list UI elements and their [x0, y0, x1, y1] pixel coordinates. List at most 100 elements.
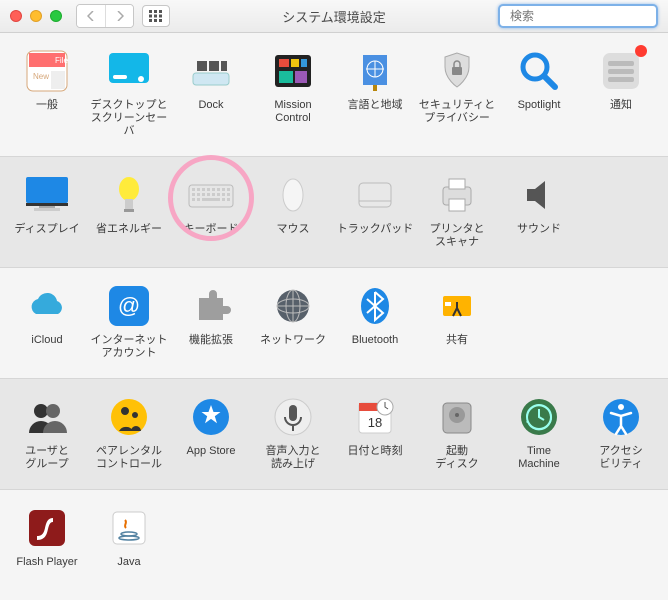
pref-icloud[interactable]: iCloud — [6, 282, 88, 360]
pref-mouse[interactable]: マウス — [252, 171, 334, 249]
panel-5: Flash Player Java — [0, 490, 668, 600]
pref-flash-player[interactable]: Flash Player — [6, 504, 88, 582]
pref-startup-disk[interactable]: 起動ディスク — [416, 393, 498, 471]
label: 機能拡張 — [189, 334, 233, 360]
svg-text:File: File — [55, 56, 68, 65]
label: Spotlight — [518, 99, 561, 125]
pref-displays[interactable]: ディスプレイ — [6, 171, 88, 249]
zoom-button[interactable] — [50, 10, 62, 22]
energy-icon — [105, 171, 153, 219]
label: アクセシビリティ — [599, 445, 642, 471]
pref-trackpad[interactable]: トラックパッド — [334, 171, 416, 249]
label: iCloud — [31, 334, 62, 360]
general-icon: File New — [23, 47, 71, 95]
label: サウンド — [517, 223, 561, 249]
pref-desktop[interactable]: デスクトップとスクリーンセーバ — [88, 47, 170, 138]
pref-security[interactable]: セキュリティとプライバシー — [416, 47, 498, 138]
panel-4: ユーザとグループ ペアレンタルコントロール App Store 音声入力と読み上… — [0, 378, 668, 490]
svg-text:New: New — [33, 72, 49, 81]
pref-internet-accounts[interactable]: @ インターネットアカウント — [88, 282, 170, 360]
label: 起動ディスク — [435, 445, 478, 471]
pref-spotlight[interactable]: Spotlight — [498, 47, 580, 138]
panel-1: File New 一般 デスクトップとスクリーンセーバ Dock MissionC… — [0, 33, 668, 156]
pref-time-machine[interactable]: TimeMachine — [498, 393, 580, 471]
label: Bluetooth — [352, 334, 398, 360]
row-1: File New 一般 デスクトップとスクリーンセーバ Dock MissionC… — [6, 47, 662, 138]
pref-network[interactable]: ネットワーク — [252, 282, 334, 360]
appstore-icon — [187, 393, 235, 441]
pref-sound[interactable]: サウンド — [498, 171, 580, 249]
pref-users[interactable]: ユーザとグループ — [6, 393, 88, 471]
desktop-icon — [105, 47, 153, 95]
pref-bluetooth[interactable]: Bluetooth — [334, 282, 416, 360]
pref-printers[interactable]: プリンタとスキャナ — [416, 171, 498, 249]
label: プリンタとスキャナ — [430, 223, 485, 249]
minimize-button[interactable] — [30, 10, 42, 22]
mouse-icon — [269, 171, 317, 219]
pref-sharing[interactable]: 共有 — [416, 282, 498, 360]
label: ユーザとグループ — [25, 445, 69, 471]
label: Flash Player — [16, 556, 77, 582]
language-icon — [351, 47, 399, 95]
pref-dock[interactable]: Dock — [170, 47, 252, 138]
label: ディスプレイ — [14, 223, 79, 249]
spotlight-icon — [515, 47, 563, 95]
pref-accessibility[interactable]: アクセシビリティ — [580, 393, 662, 471]
row-3: iCloud @ インターネットアカウント 機能拡張 ネットワーク Blueto… — [6, 282, 662, 360]
label: Java — [117, 556, 140, 582]
pref-mission-control[interactable]: MissionControl — [252, 47, 334, 138]
search-input[interactable] — [510, 9, 665, 23]
mission-control-icon — [269, 47, 317, 95]
search-field[interactable]: ✕ — [498, 4, 658, 28]
displays-icon — [23, 171, 71, 219]
pref-general[interactable]: File New 一般 — [6, 47, 88, 138]
flash-icon — [23, 504, 71, 552]
trackpad-icon — [351, 171, 399, 219]
notifications-icon — [597, 47, 645, 95]
window-controls — [10, 10, 62, 22]
pref-notifications[interactable]: 通知 — [580, 47, 662, 138]
pref-dictation[interactable]: 音声入力と読み上げ — [252, 393, 334, 471]
row-4: ユーザとグループ ペアレンタルコントロール App Store 音声入力と読み上… — [6, 393, 662, 471]
label: トラックパッド — [337, 223, 413, 249]
pref-java[interactable]: Java — [88, 504, 170, 582]
svg-text:18: 18 — [368, 415, 382, 430]
label: 日付と時刻 — [348, 445, 403, 471]
label: 言語と地域 — [348, 99, 403, 125]
icloud-icon — [23, 282, 71, 330]
dictation-icon — [269, 393, 317, 441]
row-5: Flash Player Java — [6, 504, 662, 582]
label: 一般 — [36, 99, 58, 125]
accessibility-icon — [597, 393, 645, 441]
pref-language[interactable]: 言語と地域 — [334, 47, 416, 138]
java-icon — [105, 504, 153, 552]
preferences-window: システム環境設定 ✕ FileNew 一般 デスクトップとスクリーンセーバ Do… — [0, 0, 668, 600]
label: キーボード — [184, 223, 239, 249]
pref-energy[interactable]: 省エネルギー — [88, 171, 170, 249]
internet-accounts-icon: @ — [105, 282, 153, 330]
row-2: ディスプレイ 省エネルギー キーボード マウス — [6, 171, 662, 249]
pref-parental[interactable]: ペアレンタルコントロール — [88, 393, 170, 471]
notification-badge — [635, 45, 647, 57]
label: 省エネルギー — [96, 223, 162, 249]
pref-appstore[interactable]: App Store — [170, 393, 252, 471]
label: TimeMachine — [518, 445, 560, 471]
back-button[interactable] — [77, 5, 105, 27]
pref-keyboard[interactable]: キーボード — [170, 171, 252, 249]
panel-3: iCloud @ インターネットアカウント 機能拡張 ネットワーク Blueto… — [0, 268, 668, 378]
pref-date-time[interactable]: 18 日付と時刻 — [334, 393, 416, 471]
forward-button[interactable] — [105, 5, 133, 27]
users-icon — [23, 393, 71, 441]
label: デスクトップとスクリーンセーバ — [88, 99, 170, 138]
label: セキュリティとプライバシー — [419, 99, 495, 125]
show-all-button[interactable] — [142, 5, 170, 27]
keyboard-icon — [187, 171, 235, 219]
label: 音声入力と読み上げ — [266, 445, 321, 471]
network-icon — [269, 282, 317, 330]
sharing-icon — [433, 282, 481, 330]
close-button[interactable] — [10, 10, 22, 22]
time-machine-icon — [515, 393, 563, 441]
pref-extensions[interactable]: 機能拡張 — [170, 282, 252, 360]
parental-icon — [105, 393, 153, 441]
label: App Store — [187, 445, 236, 471]
